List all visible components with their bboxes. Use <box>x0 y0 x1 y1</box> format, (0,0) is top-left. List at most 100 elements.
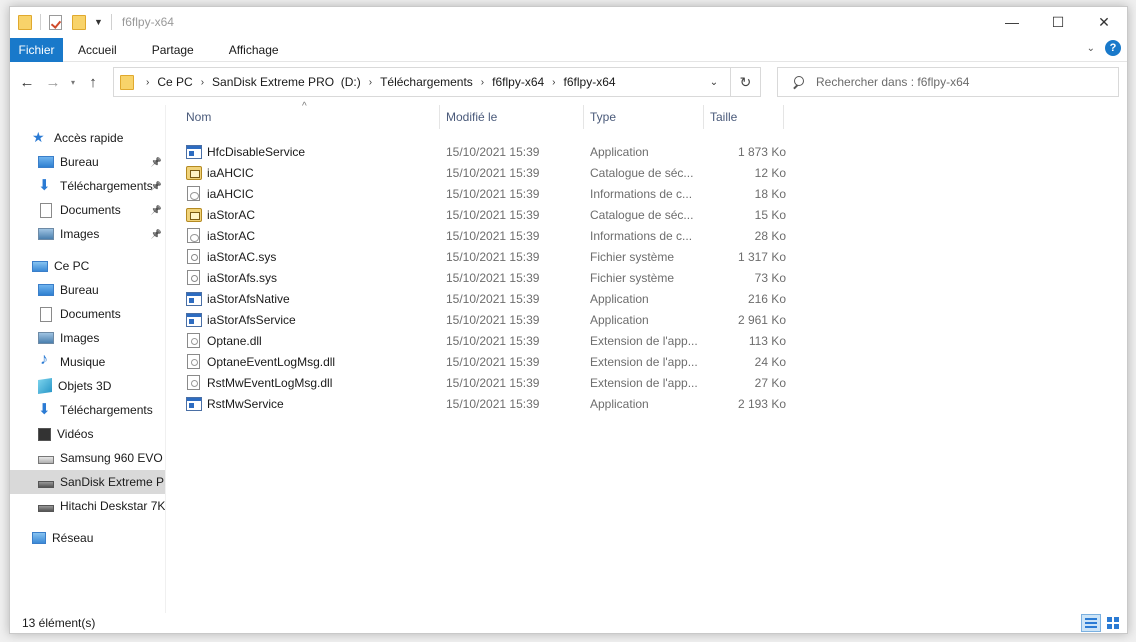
desktop-icon <box>38 284 54 296</box>
breadcrumb-f6flpy-x64[interactable]: f6flpy-x64 <box>492 75 544 89</box>
file-row[interactable]: RstMwEventLogMsg.dll 15/10/2021 15:39 Exte… <box>180 372 800 393</box>
file-size: 27 Ko <box>754 375 786 390</box>
tab-accueil[interactable]: Accueil <box>63 38 133 62</box>
file-row[interactable]: iaStorAfsNative 15/10/2021 15:39 Applicati… <box>180 288 800 309</box>
nav-item-label: Images <box>60 331 100 345</box>
breadcrumb-drive-d[interactable]: SanDisk Extreme PRO (D:) <box>212 75 361 89</box>
pin-icon[interactable]: 📌 <box>151 181 162 192</box>
up-arrow-icon[interactable]: ↑ <box>80 69 106 95</box>
nav-item[interactable]: Accès rapide <box>10 126 165 150</box>
file-row[interactable]: iaStorAC 15/10/2021 15:39 Catalogue de séc… <box>180 204 800 225</box>
file-row[interactable]: RstMwService 15/10/2021 15:39 Application 2… <box>180 393 800 414</box>
address-bar[interactable]: › Ce PC › SanDisk Extreme PRO (D:) › Tél… <box>113 67 761 97</box>
file-size: 113 Ko <box>748 333 786 348</box>
breadcrumb-telechargements[interactable]: Téléchargements <box>380 75 473 89</box>
column-header-type[interactable]: Type <box>584 105 704 129</box>
nav-item[interactable]: Documents <box>10 302 165 326</box>
file-modified: 15/10/2021 15:39 <box>446 207 540 222</box>
column-header-modified[interactable]: Modifié le <box>440 105 584 129</box>
folder-icon <box>18 14 32 30</box>
nav-item[interactable]: Hitachi Deskstar 7K1000 <box>10 494 166 518</box>
file-row[interactable]: Optane.dll 15/10/2021 15:39 Extension de l… <box>180 330 800 351</box>
nav-item[interactable]: Bureau 📌 <box>10 150 165 174</box>
nav-item[interactable]: Images 📌 <box>10 222 165 246</box>
pin-icon[interactable]: 📌 <box>151 205 162 216</box>
search-box[interactable] <box>777 67 1119 97</box>
expand-ribbon-chevron-icon[interactable]: ⌄ <box>1087 43 1095 54</box>
music-icon <box>38 351 54 369</box>
file-name: RstMwEventLogMsg.dll <box>207 375 333 390</box>
file-name-cell: iaStorAfsNative <box>186 291 290 306</box>
breadcrumb-chevron-icon[interactable]: › <box>552 77 555 88</box>
large-icons-view-button[interactable] <box>1103 614 1123 632</box>
view-toggle <box>1081 614 1123 632</box>
pin-icon[interactable]: 📌 <box>151 157 162 168</box>
download-icon <box>38 176 54 194</box>
file-modified: 15/10/2021 15:39 <box>446 186 540 201</box>
minimize-button[interactable]: — <box>989 7 1035 37</box>
file-size: 1 317 Ko <box>737 249 786 264</box>
address-history-dropdown-icon[interactable]: ⌄ <box>704 68 724 96</box>
file-row[interactable]: iaStorAC 15/10/2021 15:39 Informations de … <box>180 225 800 246</box>
column-header-name-label: Nom <box>186 110 212 124</box>
tab-partage[interactable]: Partage <box>133 38 210 62</box>
nav-item[interactable]: Musique <box>10 350 165 374</box>
file-type: Extension de l'app... <box>590 375 698 390</box>
file-name: Optane.dll <box>207 333 262 348</box>
search-input[interactable] <box>816 75 1096 89</box>
nav-item[interactable]: Ce PC <box>10 254 165 278</box>
back-arrow-icon[interactable]: ← <box>14 69 40 95</box>
tab-affichage[interactable]: Affichage <box>210 38 295 62</box>
breadcrumb-chevron-icon[interactable]: › <box>201 77 204 88</box>
file-row[interactable]: iaStorAfs.sys 15/10/2021 15:39 Fichier sys… <box>180 267 800 288</box>
close-button[interactable]: ✕ <box>1081 7 1127 37</box>
new-folder-icon[interactable] <box>72 14 86 30</box>
nav-item[interactable]: SanDisk Extreme PRO (D:) <box>10 470 165 494</box>
nav-item-label: Réseau <box>52 531 94 545</box>
file-row[interactable]: iaStorAC.sys 15/10/2021 15:39 Fichier syst… <box>180 246 800 267</box>
qat-customize-dropdown-icon[interactable]: ▼ <box>94 17 103 27</box>
file-modified: 15/10/2021 15:39 <box>446 333 540 348</box>
file-type: Application <box>590 144 649 159</box>
maximize-button[interactable]: ☐ <box>1035 7 1081 37</box>
refresh-icon[interactable]: ↻ <box>730 68 760 96</box>
file-type: Extension de l'app... <box>590 333 698 348</box>
file-name: OptaneEventLogMsg.dll <box>207 354 336 369</box>
breadcrumb-f6flpy-x64-current[interactable]: f6flpy-x64 <box>564 75 616 89</box>
system-file-icon <box>187 270 200 285</box>
file-row[interactable]: iaAHCIC 15/10/2021 15:39 Catalogue de séc.… <box>180 162 800 183</box>
help-icon[interactable]: ? <box>1105 40 1121 56</box>
nav-item-label: Accès rapide <box>54 131 124 145</box>
nav-item[interactable]: Téléchargements📌 <box>10 174 165 198</box>
breadcrumb-ce-pc[interactable]: Ce PC <box>157 75 192 89</box>
window-title: f6flpy-x64 <box>121 15 174 29</box>
column-header-size[interactable]: Taille <box>704 105 784 129</box>
breadcrumb-chevron-icon[interactable]: › <box>146 77 149 88</box>
nav-item[interactable]: Réseau <box>10 526 165 550</box>
file-name-cell: HfcDisableService <box>186 144 305 159</box>
file-name: iaStorAC <box>207 228 256 243</box>
breadcrumb-chevron-icon[interactable]: › <box>481 77 484 88</box>
nav-item-label: Samsung 960 EVO (C:) <box>60 451 165 465</box>
nav-item[interactable]: Vidéos <box>10 422 165 446</box>
nav-item-label: Hitachi Deskstar 7K1000 <box>60 499 166 513</box>
file-row[interactable]: iaStorAfsService 15/10/2021 15:39 Applicat… <box>180 309 800 330</box>
forward-arrow-icon[interactable]: → <box>40 69 66 95</box>
column-header-name[interactable]: Nom ^ <box>180 101 440 129</box>
nav-item[interactable]: Samsung 960 EVO (C:) <box>10 446 165 470</box>
nav-item[interactable]: Documents 📌 <box>10 198 165 222</box>
nav-item[interactable]: Téléchargements <box>10 398 165 422</box>
star-icon <box>32 129 48 146</box>
properties-icon[interactable] <box>49 14 62 30</box>
file-row[interactable]: iaAHCIC 15/10/2021 15:39 Informations de c… <box>180 183 800 204</box>
breadcrumb-chevron-icon[interactable]: › <box>369 77 372 88</box>
pin-icon[interactable]: 📌 <box>151 229 162 240</box>
file-row[interactable]: HfcDisableService 15/10/2021 15:39 Applica… <box>180 141 800 162</box>
recent-locations-chevron-icon[interactable]: ▾ <box>66 78 80 87</box>
nav-item[interactable]: Objets 3D <box>10 374 165 398</box>
file-row[interactable]: OptaneEventLogMsg.dll 15/10/2021 15:39 Ext… <box>180 351 800 372</box>
tab-fichier[interactable]: Fichier <box>10 37 63 62</box>
details-view-button[interactable] <box>1081 614 1101 632</box>
nav-item[interactable]: Bureau <box>10 278 165 302</box>
nav-item[interactable]: Images <box>10 326 165 350</box>
